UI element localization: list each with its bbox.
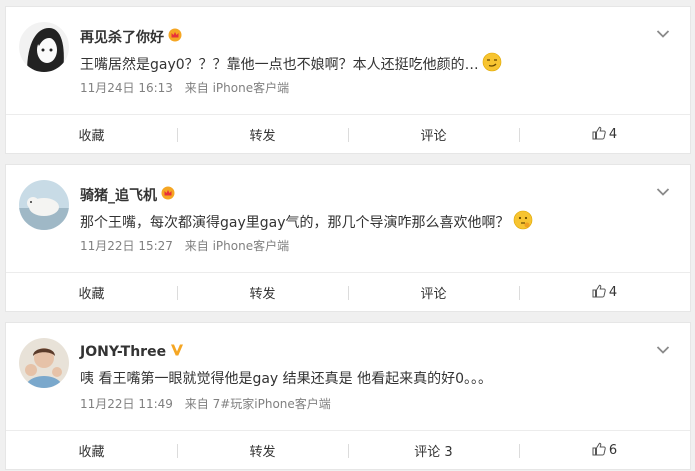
username-text[interactable]: JONY-Three [80, 344, 166, 360]
repost-button[interactable]: 转发 [177, 273, 348, 312]
repost-button[interactable]: 转发 [177, 115, 348, 154]
comment-card: 骑猪_追飞机 那个王嘴，每次都演得gay里gay气的，那几个导演咋那么喜欢他啊？… [5, 164, 691, 312]
username-text[interactable]: 再见杀了你好 [80, 27, 164, 47]
comment-meta: 11月22日 15:27 来自 iPhone客户端 [80, 237, 289, 254]
thumbs-up-icon [592, 442, 606, 460]
thinking-emoji-icon [513, 210, 533, 234]
like-button[interactable]: 6 [519, 431, 690, 470]
comment-button[interactable]: 评论 [348, 273, 519, 312]
comment-label: 评论 3 [414, 445, 453, 460]
timestamp: 11月22日 15:27 [80, 239, 173, 253]
source-text: 来自 iPhone客户端 [184, 239, 290, 253]
comment-text: 那个王嘴，每次都演得gay里gay气的，那几个导演咋那么喜欢他啊？ [80, 210, 533, 234]
avatar[interactable] [19, 338, 69, 388]
like-count: 4 [608, 127, 618, 142]
chevron-down-icon[interactable] [656, 24, 670, 43]
repost-button[interactable]: 转发 [177, 431, 348, 470]
timestamp: 11月22日 11:49 [80, 397, 173, 411]
comment-button[interactable]: 评论 3 [348, 431, 519, 470]
thumbs-up-icon [592, 126, 606, 144]
comment-button[interactable]: 评论 [348, 115, 519, 154]
like-count: 4 [608, 285, 618, 300]
like-count: 6 [608, 443, 618, 458]
comment-label: 评论 [420, 287, 447, 302]
collect-label: 收藏 [78, 129, 105, 144]
action-bar: 收藏 转发 评论 3 6 [6, 430, 690, 470]
action-bar: 收藏 转发 评论 4 [6, 272, 690, 312]
comment-meta: 11月24日 16:13 来自 iPhone客户端 [80, 79, 289, 96]
comment-card: JONY-Three 咦 看王嘴第一眼就觉得他是gay 结果还真是 他看起来真的… [5, 322, 691, 470]
crown-badge-icon [161, 186, 175, 204]
avatar[interactable] [19, 180, 69, 230]
timestamp: 11月24日 16:13 [80, 81, 173, 95]
repost-label: 转发 [249, 129, 276, 144]
comment-text: 咦 看王嘴第一眼就觉得他是gay 结果还真是 他看起来真的好0。。。 [80, 368, 492, 388]
thumbs-up-icon [592, 284, 606, 302]
comment-meta: 11月22日 11:49 来自 7#玩家iPhone客户端 [80, 395, 331, 412]
username[interactable]: 再见杀了你好 [80, 27, 182, 47]
verified-v-icon [170, 343, 184, 361]
username[interactable]: JONY-Three [80, 343, 184, 361]
repost-label: 转发 [249, 445, 276, 460]
comment-card: 再见杀了你好 王嘴居然是gay0？？？靠他一点也不娘啊？本人还挺吃他颜的… 11… [5, 6, 691, 154]
like-button[interactable]: 4 [519, 115, 690, 154]
source-text: 来自 7#玩家iPhone客户端 [184, 397, 331, 411]
smirk-emoji-icon [482, 52, 502, 76]
collect-button[interactable]: 收藏 [6, 431, 177, 470]
action-bar: 收藏 转发 评论 4 [6, 114, 690, 154]
collect-label: 收藏 [78, 445, 105, 460]
like-button[interactable]: 4 [519, 273, 690, 312]
chevron-down-icon[interactable] [656, 182, 670, 201]
comment-body: 王嘴居然是gay0？？？靠他一点也不娘啊？本人还挺吃他颜的… [80, 57, 479, 73]
comment-body: 咦 看王嘴第一眼就觉得他是gay 结果还真是 他看起来真的好0。。。 [80, 371, 493, 387]
collect-label: 收藏 [78, 287, 105, 302]
comment-body: 那个王嘴，每次都演得gay里gay气的，那几个导演咋那么喜欢他啊？ [80, 215, 510, 231]
collect-button[interactable]: 收藏 [6, 115, 177, 154]
comment-label: 评论 [420, 129, 447, 144]
username-text[interactable]: 骑猪_追飞机 [80, 185, 157, 205]
collect-button[interactable]: 收藏 [6, 273, 177, 312]
comment-text: 王嘴居然是gay0？？？靠他一点也不娘啊？本人还挺吃他颜的… [80, 52, 502, 76]
source-text: 来自 iPhone客户端 [184, 81, 290, 95]
repost-label: 转发 [249, 287, 276, 302]
avatar[interactable] [19, 22, 69, 72]
crown-badge-icon [168, 28, 182, 46]
username[interactable]: 骑猪_追飞机 [80, 185, 175, 205]
chevron-down-icon[interactable] [656, 340, 670, 359]
